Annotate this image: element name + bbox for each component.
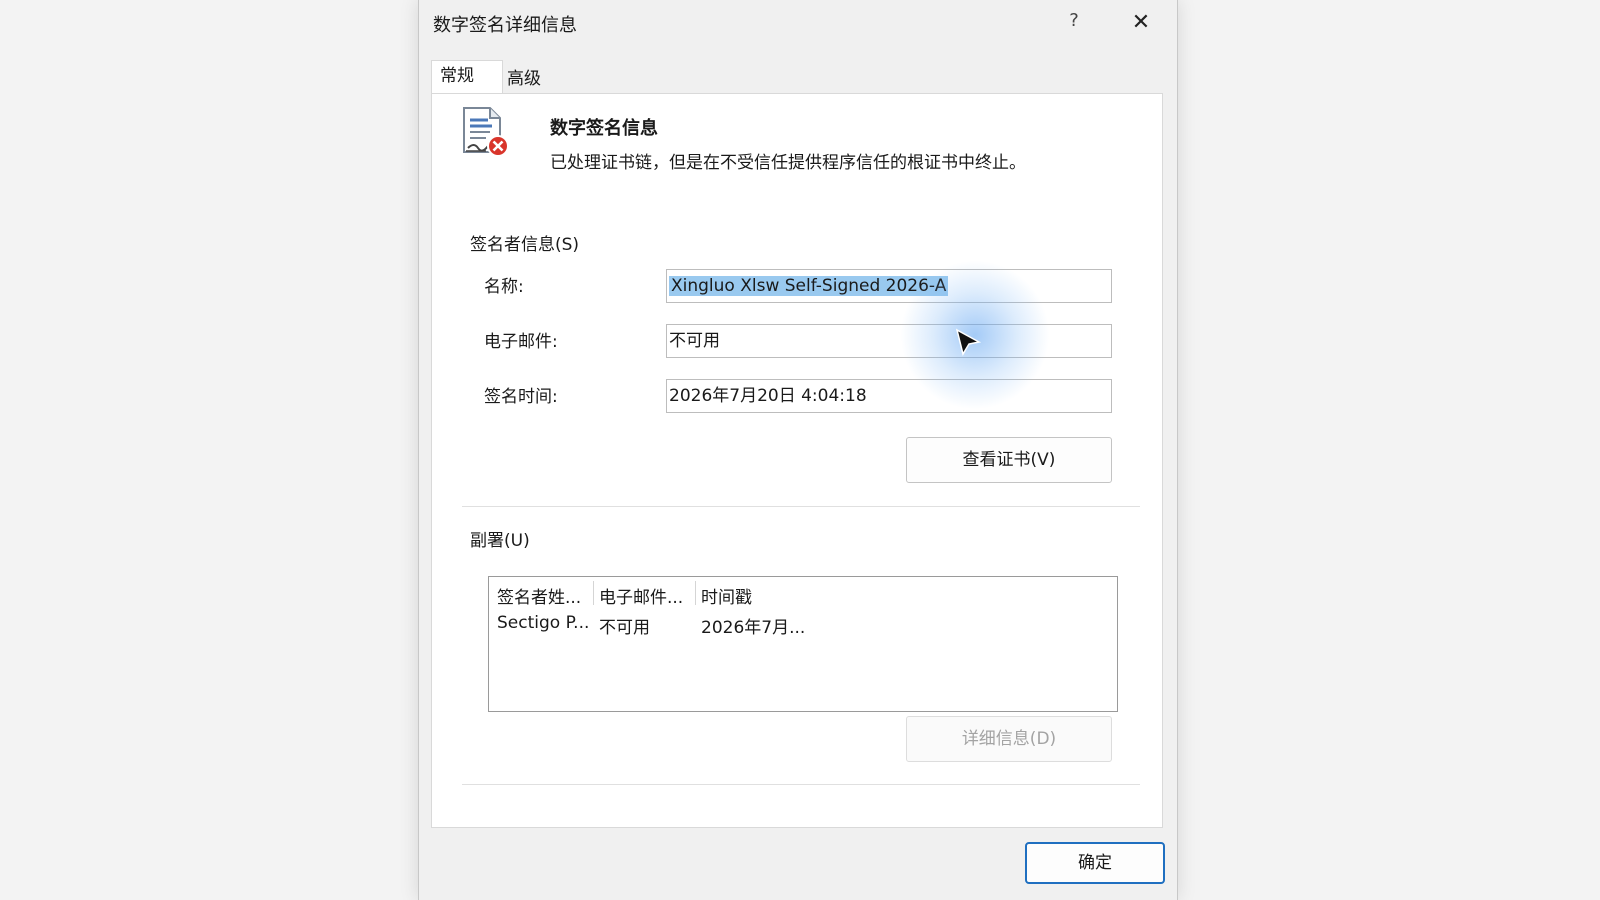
column-header-signer[interactable]: 签名者姓...: [497, 583, 581, 608]
title-bar: 数字签名详细信息 ? ✕: [419, 0, 1177, 46]
ok-button[interactable]: 确定: [1025, 842, 1165, 884]
section-divider: [462, 506, 1140, 507]
list-header: 签名者姓... 电子邮件... 时间戳: [489, 579, 1117, 608]
signature-info-title: 数字签名信息: [550, 118, 658, 139]
general-tab-panel: 数字签名信息 已处理证书链，但是在不受信任提供程序信任的根证书中终止。 签名者信…: [431, 93, 1163, 828]
window-title: 数字签名详细信息: [433, 15, 577, 36]
countersignatures-section-label: 副署(U): [470, 531, 530, 551]
view-certificate-button[interactable]: 查看证书(V): [906, 437, 1112, 483]
close-icon: ✕: [1131, 10, 1151, 35]
column-header-timestamp[interactable]: 时间戳: [701, 583, 752, 608]
signer-section-label: 签名者信息(S): [470, 235, 580, 255]
column-header-email[interactable]: 电子邮件...: [599, 583, 683, 608]
countersignatures-list[interactable]: 签名者姓... 电子邮件... 时间戳 Sectigo P... 不可用 202…: [488, 576, 1118, 712]
column-separator[interactable]: [593, 581, 594, 605]
certificate-error-icon: [463, 107, 509, 157]
mouse-cursor-icon: [955, 328, 982, 356]
name-field[interactable]: Xingluo Xlsw Self-Signed 2026-A: [666, 269, 1112, 303]
help-button[interactable]: ?: [1059, 10, 1089, 36]
row-signer: Sectigo P...: [497, 613, 590, 633]
email-field[interactable]: 不可用: [666, 324, 1112, 358]
close-button[interactable]: ✕: [1119, 6, 1163, 40]
details-button[interactable]: 详细信息(D): [906, 716, 1112, 762]
signing-time-label: 签名时间:: [484, 387, 558, 407]
signature-status-text: 已处理证书链，但是在不受信任提供程序信任的根证书中终止。: [550, 153, 1026, 173]
name-value: Xingluo Xlsw Self-Signed 2026-A: [669, 276, 949, 296]
row-timestamp: 2026年7月...: [701, 618, 806, 638]
signature-details-dialog: 数字签名详细信息 ? ✕ 常规 高级 数字签名信息 已处理证书链，但是在不受信任…: [418, 0, 1178, 900]
signing-time-field[interactable]: 2026年7月20日 4:04:18: [666, 379, 1112, 413]
tab-advanced[interactable]: 高级: [499, 64, 565, 94]
email-label: 电子邮件:: [484, 332, 558, 352]
bottom-divider: [462, 784, 1140, 785]
tab-general[interactable]: 常规: [431, 60, 503, 95]
column-separator[interactable]: [695, 581, 696, 605]
list-item[interactable]: Sectigo P... 不可用 2026年7月...: [489, 609, 1117, 638]
name-label: 名称:: [484, 277, 524, 297]
row-email: 不可用: [599, 618, 650, 638]
